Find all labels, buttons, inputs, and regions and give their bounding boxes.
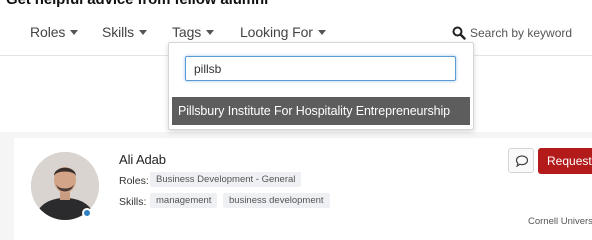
looking-for-filter-label: Looking For (240, 24, 313, 40)
skill-chip: management (150, 193, 218, 208)
page-heading: Get helpful advice from fellow alumni (6, 0, 268, 8)
tag-suggestion-item[interactable]: Pillsbury Institute For Hospitality Entr… (172, 97, 470, 125)
caret-down-icon (70, 29, 79, 35)
tags-filter-label: Tags (172, 24, 202, 40)
search-icon[interactable] (452, 26, 466, 40)
skill-chip: business development (223, 193, 330, 208)
skills-label: Skills: (119, 196, 147, 208)
roles-label: Roles: (119, 175, 149, 187)
caret-down-icon (317, 29, 326, 35)
tag-search-input[interactable] (185, 56, 456, 81)
skills-filter-dropdown[interactable]: Skills (102, 24, 148, 40)
linkedin-badge-icon (82, 208, 92, 218)
person-name[interactable]: Ali Adab (119, 152, 166, 167)
roles-filter-label: Roles (30, 24, 66, 40)
chat-bubble-icon (515, 155, 529, 168)
skills-filter-label: Skills (102, 24, 135, 40)
organization-label: Cornell University (528, 216, 592, 227)
looking-for-filter-dropdown[interactable]: Looking For (240, 24, 326, 40)
role-chip: Business Development - General (150, 172, 302, 187)
person-card[interactable]: Ali Adab Roles: Business Development - G… (14, 138, 592, 240)
request-button[interactable]: Request (538, 148, 592, 174)
message-button[interactable] (508, 148, 534, 173)
roles-filter-dropdown[interactable]: Roles (30, 24, 79, 40)
search-input[interactable] (470, 24, 592, 42)
page-header-strip: Get helpful advice from fellow alumni (0, 0, 592, 10)
caret-down-icon (206, 29, 215, 35)
tags-filter-dropdown[interactable]: Tags (172, 24, 215, 40)
tags-dropdown-panel: Pillsbury Institute For Hospitality Entr… (168, 42, 474, 130)
caret-down-icon (139, 29, 148, 35)
